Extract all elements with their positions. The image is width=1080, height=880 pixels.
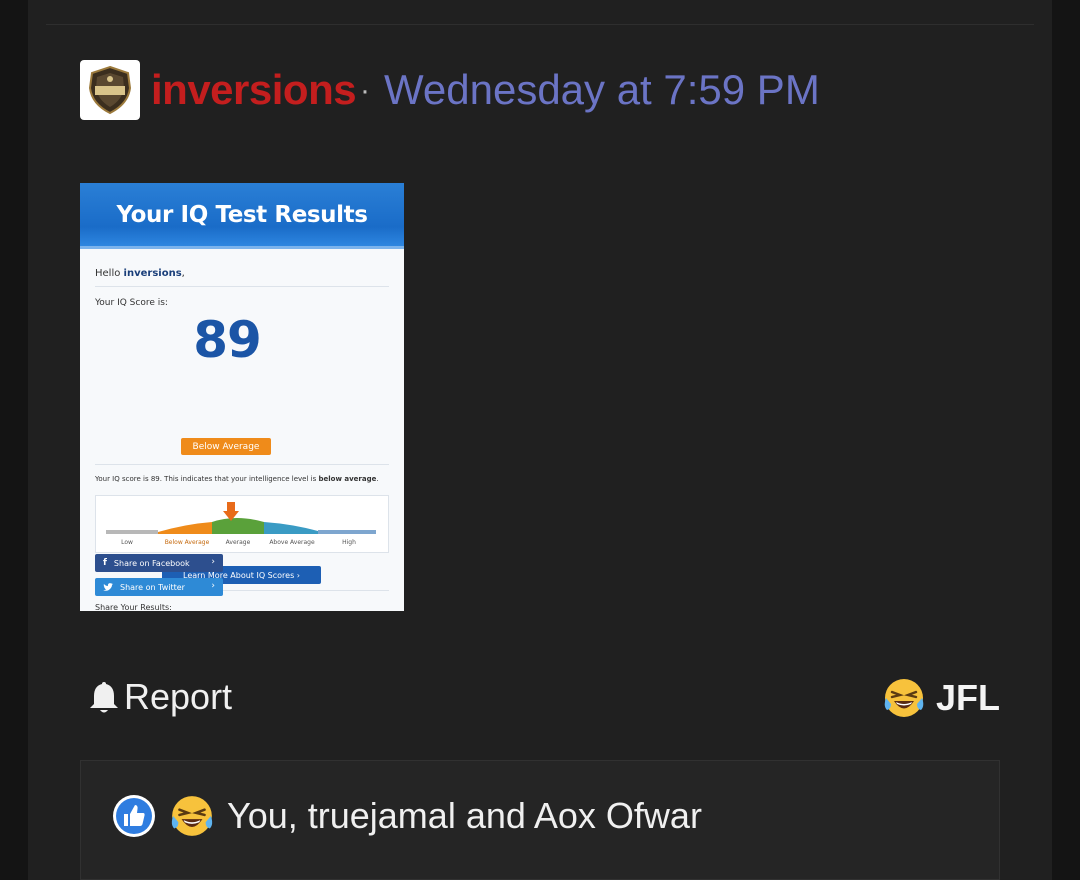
share-label: Share Your Results:: [95, 603, 172, 611]
reaction-label: JFL: [936, 677, 1001, 718]
twitter-icon: [103, 582, 113, 591]
greeting-name: inversions: [123, 268, 182, 279]
reactions-bar: You, truejamal and Aox Ofwar: [80, 760, 1000, 880]
scale-label-low: Low: [121, 539, 133, 546]
score-label: Your IQ Score is:: [95, 298, 168, 308]
attachment-image[interactable]: Your IQ Test Results Hello inversions, Y…: [80, 183, 404, 611]
thumbs-up-icon: [113, 795, 155, 837]
iq-header: Your IQ Test Results: [80, 183, 404, 249]
chevron-right-icon: ›: [211, 581, 215, 591]
scale-segment-average: [212, 518, 264, 534]
greeting: Hello inversions,: [95, 268, 185, 279]
scale-label-below-average: Below Average: [165, 539, 210, 546]
iq-scale-svg: Low Below Average Average Above Average …: [106, 502, 376, 546]
reaction-button[interactable]: JFL: [882, 676, 1000, 720]
crying-laughing-emoji-icon: [884, 679, 924, 717]
divider: [95, 464, 389, 465]
author-name[interactable]: inversions: [151, 66, 357, 114]
scale-segment-above-average: [264, 522, 318, 534]
share-twitter-button[interactable]: Share on Twitter ›: [95, 578, 223, 596]
bell-icon: [90, 682, 118, 713]
share-facebook-button[interactable]: f Share on Facebook ›: [95, 554, 223, 572]
scale-label-above-average: Above Average: [269, 539, 315, 546]
verdict-emphasis: below average: [318, 475, 377, 483]
iq-title: Your IQ Test Results: [116, 201, 368, 228]
police-badge-icon: [88, 65, 132, 115]
iq-score: 89: [193, 311, 262, 369]
post-timestamp[interactable]: Wednesday at 7:59 PM: [384, 66, 820, 114]
verdict-text: Your IQ score is 89. This indicates that…: [95, 475, 379, 483]
separator-dot: ·: [360, 74, 370, 107]
facebook-icon: f: [103, 558, 107, 568]
verdict-prefix: Your IQ score is 89. This indicates that…: [95, 475, 317, 483]
share-twitter-label: Share on Twitter: [120, 582, 185, 592]
share-facebook-label: Share on Facebook: [113, 558, 190, 568]
scale-label-high: High: [342, 539, 356, 546]
greeting-text: Hello: [95, 268, 121, 279]
report-button[interactable]: Report: [88, 676, 232, 718]
reactions-text: You, truejamal and Aox Ofwar: [227, 795, 702, 836]
scale-segment-below-average: [158, 522, 212, 534]
divider: [95, 286, 389, 287]
reactions-summary[interactable]: You, truejamal and Aox Ofwar: [111, 793, 702, 839]
greeting-suffix: ,: [181, 268, 185, 279]
iq-scale-chart: Low Below Average Average Above Average …: [95, 495, 389, 553]
report-label: Report: [124, 676, 233, 717]
rating-badge: Below Average: [181, 438, 271, 455]
chevron-right-icon: ›: [211, 557, 215, 567]
verdict-suffix: .: [376, 475, 379, 483]
divider: [46, 24, 1034, 25]
crying-laughing-emoji-icon: [171, 796, 213, 836]
avatar[interactable]: [80, 60, 140, 120]
scale-label-average: Average: [226, 539, 251, 546]
